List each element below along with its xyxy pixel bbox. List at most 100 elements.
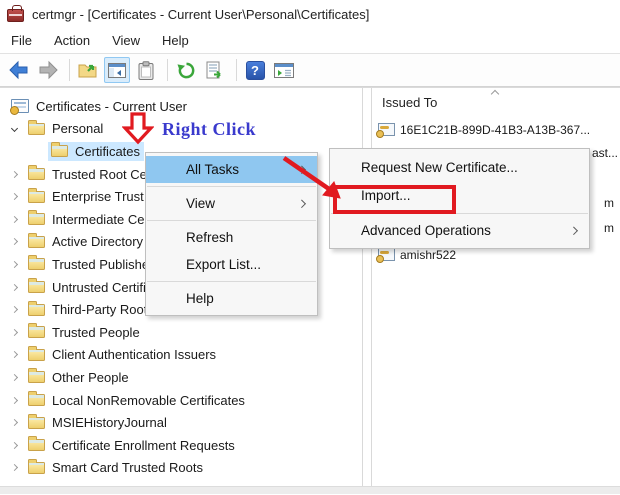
menu-item-help[interactable]: Help (146, 285, 317, 312)
chevron-right-icon[interactable] (6, 189, 22, 205)
menu-item-request-new-certificate[interactable]: Request New Certificate... (330, 154, 589, 182)
tree-item-box: Trusted Publishers (25, 255, 164, 274)
chevron-right-icon[interactable] (6, 415, 22, 431)
tree-item-label: Certificates - Current User (36, 98, 187, 114)
toolbar-separator (167, 59, 168, 81)
menu-item-import[interactable]: Import... (330, 182, 589, 210)
show-hide-console-tree-icon[interactable] (104, 57, 130, 83)
tree-item-client-authentication-issuers[interactable]: Client Authentication Issuers (0, 344, 362, 367)
menu-separator (147, 186, 316, 187)
menu-item-label: Import... (361, 188, 411, 203)
tree-item-msiehistoryjournal[interactable]: MSIEHistoryJournal (0, 411, 362, 434)
submenu-chevron-icon (297, 199, 306, 207)
column-header-issued-to[interactable]: Issued To (372, 88, 620, 117)
window-title: certmgr - [Certificates - Current User\P… (32, 6, 370, 22)
menu-item-export-list[interactable]: Export List... (146, 251, 317, 278)
chevron-right-icon[interactable] (6, 392, 22, 408)
chevron-down-icon[interactable] (6, 121, 22, 137)
new-console-window-icon[interactable] (271, 57, 297, 83)
tree-item-label: Smart Card Trusted Roots (52, 460, 203, 476)
export-list-icon[interactable] (202, 57, 228, 83)
folder-icon (28, 187, 45, 203)
folder-icon (28, 368, 45, 384)
tree-item-box: Enterprise Trust (25, 187, 148, 206)
chevron-right-icon[interactable] (6, 166, 22, 182)
chevron-right-icon[interactable] (6, 369, 22, 385)
menu-item-advanced-operations[interactable]: Advanced Operations (330, 217, 589, 245)
certmgr-app-icon (7, 5, 24, 22)
column-header-label: Issued To (382, 95, 438, 110)
tree-item-label: Enterprise Trust (52, 189, 144, 205)
menu-item-refresh[interactable]: Refresh (146, 224, 317, 251)
chevron-right-icon[interactable] (6, 211, 22, 227)
menu-item-label: View (186, 196, 216, 211)
tree-item-box: Trusted People (25, 323, 144, 342)
menu-file[interactable]: File (0, 33, 43, 48)
menu-separator (147, 220, 316, 221)
menu-help[interactable]: Help (151, 33, 200, 48)
menu-item-label: Help (186, 291, 214, 306)
folder-icon (28, 436, 45, 452)
tree-item-certificates-current-user[interactable]: Certificates - Current User (0, 95, 362, 118)
right-click-annotation: Right Click (162, 119, 257, 139)
tree-item-other-people[interactable]: Other People (0, 366, 362, 389)
tree-item-label: Personal (52, 121, 104, 137)
toolbar: ? (0, 54, 620, 87)
folder-icon (28, 278, 45, 294)
export-folder-icon[interactable] (75, 57, 101, 83)
help-icon[interactable]: ? (242, 57, 268, 83)
menu-item-all-tasks[interactable]: All Tasks (146, 156, 317, 183)
certificate-row[interactable]: 16E1C21B-899D-41B3-A13B-367... (372, 117, 620, 142)
menu-item-label: Request New Certificate... (361, 160, 518, 175)
sort-ascending-icon (490, 89, 500, 99)
tree-item-label: Certificates (75, 143, 141, 159)
issued-to-cell: amishr522 (400, 247, 457, 262)
certificate-icon (376, 248, 395, 263)
submenu-chevron-icon (569, 226, 578, 235)
chevron-right-icon[interactable] (6, 302, 22, 318)
folder-icon (51, 142, 68, 158)
folder-icon (28, 210, 45, 226)
menu-item-label: Refresh (186, 230, 234, 245)
folder-icon (28, 300, 45, 316)
chevron-right-icon[interactable] (6, 324, 22, 340)
chevron-right-icon[interactable] (6, 437, 22, 453)
tree-item-box: Personal (25, 119, 107, 138)
menu-separator (147, 281, 316, 282)
chevron-right-icon[interactable] (6, 347, 22, 363)
chevron-right-icon[interactable] (6, 460, 22, 476)
forward-icon[interactable] (35, 57, 61, 83)
chevron-right-icon[interactable] (6, 256, 22, 272)
folder-icon (28, 165, 45, 181)
submenu-chevron-icon (297, 165, 306, 173)
question-mark-glyph: ? (245, 60, 265, 80)
tree-item-certificate-enrollment-requests[interactable]: Certificate Enrollment Requests (0, 434, 362, 457)
certmgr-window: certmgr - [Certificates - Current User\P… (0, 0, 620, 495)
folder-icon (28, 255, 45, 271)
menu-bar: File Action View Help (0, 28, 620, 54)
folder-icon (28, 458, 45, 474)
menu-item-label: All Tasks (186, 162, 240, 177)
menu-action[interactable]: Action (43, 33, 101, 48)
tree-item-box: Certificate Enrollment Requests (25, 436, 239, 455)
menu-view[interactable]: View (101, 33, 151, 48)
tree-item-local-nonremovable-certificates[interactable]: Local NonRemovable Certificates (0, 389, 362, 412)
folder-icon (28, 232, 45, 248)
issued-to-cell-fragment: ast... (592, 146, 619, 160)
folder-icon (28, 119, 45, 135)
toolbar-separator (69, 59, 70, 81)
tree-item-label: Client Authentication Issuers (52, 347, 217, 363)
menu-item-view[interactable]: View (146, 190, 317, 217)
chevron-right-icon[interactable] (6, 279, 22, 295)
refresh-icon[interactable] (173, 57, 199, 83)
menu-item-label: Advanced Operations (361, 223, 491, 238)
tree-item-smart-card-trusted-roots[interactable]: Smart Card Trusted Roots (0, 457, 362, 480)
folder-icon (28, 323, 45, 339)
back-icon[interactable] (6, 57, 32, 83)
clipboard-icon[interactable] (133, 57, 159, 83)
all-tasks-submenu: Request New Certificate... Import... Adv… (329, 148, 590, 249)
tree-item-label: Trusted Publishers (52, 256, 160, 272)
tree-item-trusted-people[interactable]: Trusted People (0, 321, 362, 344)
chevron-right-icon[interactable] (6, 234, 22, 250)
